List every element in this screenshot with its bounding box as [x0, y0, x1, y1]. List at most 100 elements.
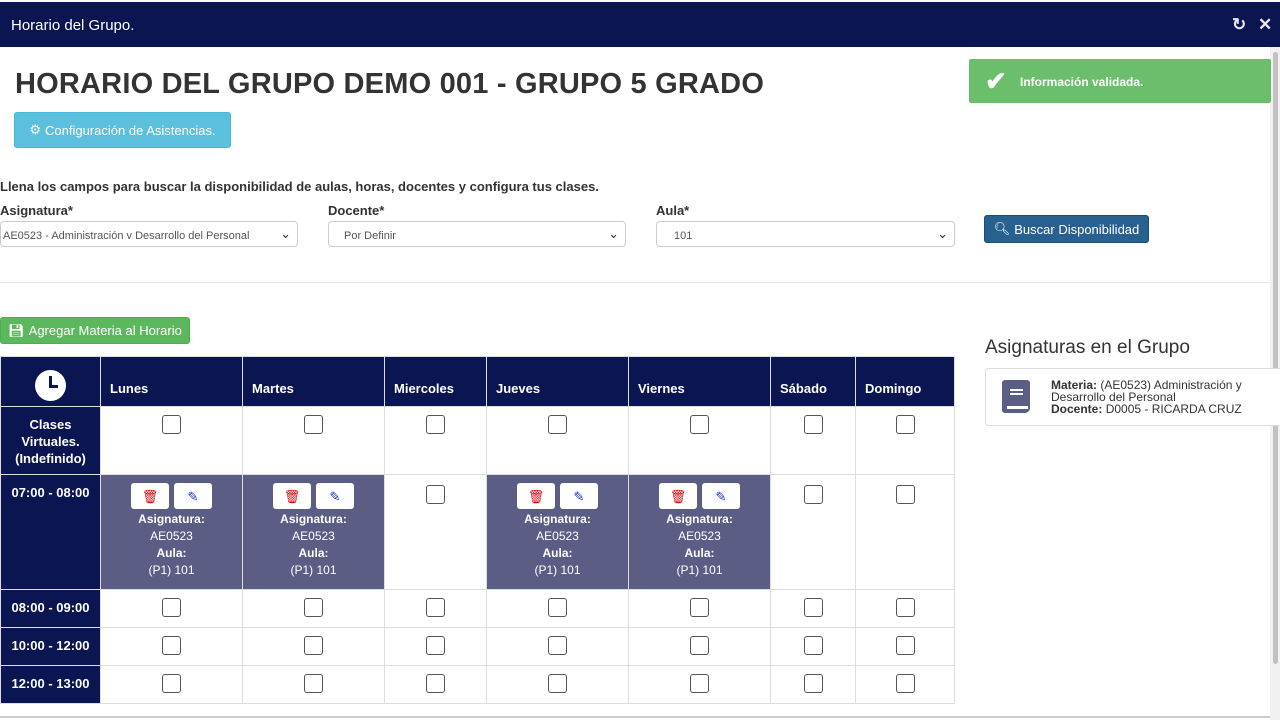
toast-message: Información validada. — [1020, 75, 1144, 89]
class-block: 🗑︎ ✎ Asignatura: AE0523 Aula: (P1) 101 — [242, 474, 385, 590]
schedule-cell — [855, 665, 955, 704]
class-aula-value: (P1) 101 — [534, 563, 581, 577]
schedule-cell — [384, 589, 487, 628]
slot-checkbox[interactable] — [548, 674, 567, 693]
schedule-cell — [486, 665, 629, 704]
day-header: Jueves — [486, 356, 629, 407]
time-slot-label: 07:00 - 08:00 — [0, 474, 101, 590]
schedule-cell — [384, 474, 487, 590]
edit-class-button[interactable]: ✎ — [560, 483, 598, 509]
schedule-row: 10:00 - 12:00 — [0, 627, 955, 666]
slot-checkbox[interactable] — [426, 598, 445, 617]
schedule-cell — [384, 665, 487, 704]
slot-checkbox[interactable] — [803, 636, 823, 655]
schedule-cell — [628, 665, 771, 704]
class-asignatura-label: Asignatura: — [524, 512, 591, 526]
slot-checkbox[interactable] — [426, 415, 445, 434]
schedule-cell — [855, 589, 955, 628]
slot-checkbox[interactable] — [895, 485, 915, 504]
scrollbar-thumb[interactable] — [1273, 52, 1278, 664]
slot-checkbox[interactable] — [895, 598, 915, 617]
slot-checkbox[interactable] — [895, 415, 915, 434]
slot-checkbox[interactable] — [803, 415, 823, 434]
schedule-cell — [770, 627, 856, 666]
class-aula-label: Aula: — [298, 546, 329, 560]
schedule-cell — [384, 627, 487, 666]
slot-checkbox[interactable] — [162, 674, 181, 693]
docente-value: Por Definir — [344, 230, 396, 242]
trash-icon: 🗑︎ — [527, 488, 545, 504]
close-icon[interactable]: ✕ — [1258, 15, 1272, 35]
class-aula-label: Aula: — [684, 546, 715, 560]
slot-checkbox[interactable] — [162, 415, 181, 434]
class-actions: 🗑︎ ✎ — [487, 483, 628, 509]
day-header: Lunes — [100, 356, 243, 407]
asignatura-card[interactable]: Materia: (AE0523) Administración y Desar… — [985, 368, 1280, 426]
schedule-cell — [242, 406, 385, 475]
clock-icon — [35, 370, 66, 401]
docente-select[interactable]: Por Definir ⌄ — [328, 221, 626, 247]
class-actions: 🗑︎ ✎ — [629, 483, 770, 509]
slot-checkbox[interactable] — [548, 636, 567, 655]
toast-notification[interactable]: ✔ Información validada. — [969, 59, 1271, 103]
schedule-cell — [770, 589, 856, 628]
edit-icon: ✎ — [329, 488, 341, 504]
slot-checkbox[interactable] — [304, 598, 323, 617]
class-aula-value: (P1) 101 — [676, 563, 723, 577]
slot-checkbox[interactable] — [304, 415, 323, 434]
schedule-cell — [855, 474, 955, 590]
schedule-cell — [855, 627, 955, 666]
slot-checkbox[interactable] — [304, 674, 323, 693]
slot-checkbox[interactable] — [803, 485, 823, 504]
delete-class-button[interactable]: 🗑︎ — [659, 483, 697, 509]
asignatura-select[interactable]: AE0523 - Administración v Desarrollo del… — [0, 221, 298, 247]
aula-select[interactable]: 101 ⌄ — [656, 221, 955, 247]
slot-checkbox[interactable] — [548, 415, 567, 434]
edit-class-button[interactable]: ✎ — [174, 483, 212, 509]
class-actions: 🗑︎ ✎ — [101, 483, 242, 509]
slot-checkbox[interactable] — [895, 636, 915, 655]
aula-label: Aula* — [656, 203, 690, 218]
config-asistencias-button[interactable]: ⚙ Configuración de Asistencias. — [14, 112, 231, 148]
slot-checkbox[interactable] — [895, 674, 915, 693]
edit-icon: ✎ — [573, 488, 585, 504]
reload-icon[interactable]: ↻ — [1232, 15, 1246, 35]
slot-checkbox[interactable] — [162, 598, 181, 617]
day-header: Sábado — [770, 356, 856, 407]
time-slot-label: 12:00 - 13:00 — [0, 665, 101, 704]
edit-icon: ✎ — [187, 488, 199, 504]
slot-checkbox[interactable] — [426, 674, 445, 693]
edit-class-button[interactable]: ✎ — [316, 483, 354, 509]
agregar-materia-button[interactable]: 💾︎ Agregar Materia al Horario — [0, 317, 190, 344]
docente-card-label: Docente: — [1051, 402, 1103, 416]
chevron-down-icon: ⌄ — [280, 226, 291, 241]
delete-class-button[interactable]: 🗑︎ — [131, 483, 169, 509]
slot-checkbox[interactable] — [304, 636, 323, 655]
delete-class-button[interactable]: 🗑︎ — [517, 483, 555, 509]
slot-checkbox[interactable] — [803, 598, 823, 617]
docente-label: Docente* — [328, 203, 385, 218]
slot-checkbox[interactable] — [690, 598, 709, 617]
schedule-cell — [100, 627, 243, 666]
slot-checkbox[interactable] — [690, 636, 709, 655]
config-asistencias-label: Configuración de Asistencias. — [45, 122, 216, 138]
asignatura-label: Asignatura* — [0, 203, 73, 218]
buscar-disponibilidad-button[interactable]: 🔍︎ Buscar Disponibilidad — [984, 215, 1149, 243]
slot-checkbox[interactable] — [426, 636, 445, 655]
schedule-row: 07:00 - 08:00 🗑︎ ✎ Asignatura: AE0523 Aula: (P… — [0, 474, 955, 590]
slot-checkbox[interactable] — [690, 674, 709, 693]
class-asignatura-label: Asignatura: — [666, 512, 733, 526]
slot-checkbox[interactable] — [690, 415, 709, 434]
class-asignatura-value: AE0523 — [292, 529, 335, 543]
edit-class-button[interactable]: ✎ — [702, 483, 740, 509]
slot-checkbox[interactable] — [426, 485, 445, 504]
class-asignatura-value: AE0523 — [678, 529, 721, 543]
slot-checkbox[interactable] — [548, 598, 567, 617]
aula-value: 101 — [674, 230, 693, 242]
delete-class-button[interactable]: 🗑︎ — [273, 483, 311, 509]
class-actions: 🗑︎ ✎ — [243, 483, 384, 509]
schedule-cell — [100, 665, 243, 704]
schedule-cell — [628, 627, 771, 666]
slot-checkbox[interactable] — [803, 674, 823, 693]
slot-checkbox[interactable] — [162, 636, 181, 655]
